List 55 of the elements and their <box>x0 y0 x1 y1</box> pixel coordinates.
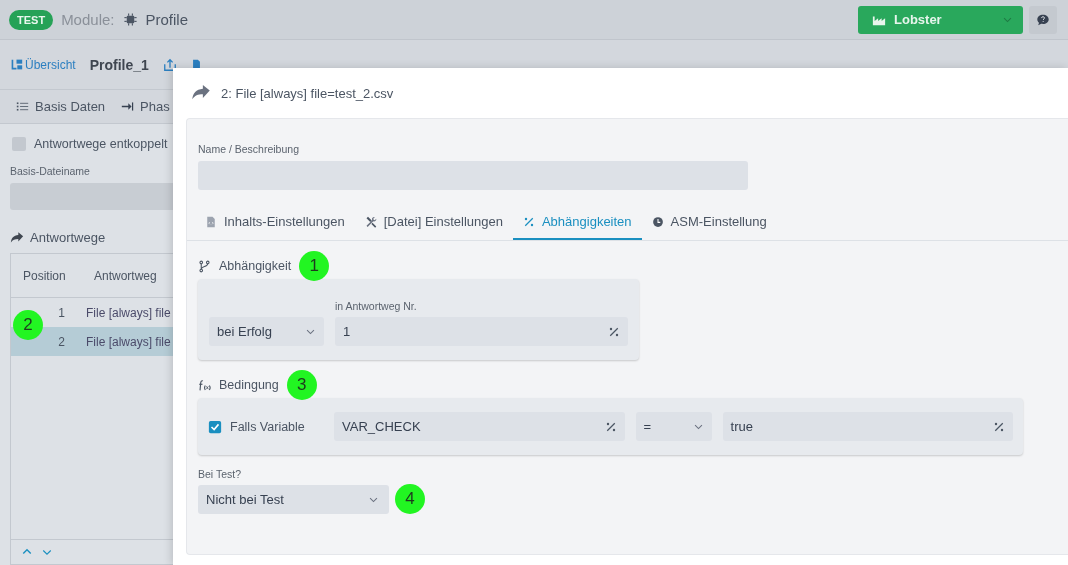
field-label: in Antwortweg Nr. <box>335 300 418 312</box>
tab[interactable]: [Datei] Einstellungen <box>354 205 513 240</box>
file-icon <box>205 215 217 228</box>
checkbox[interactable] <box>208 419 222 434</box>
help-button[interactable] <box>1029 5 1057 34</box>
route-number-field[interactable]: 1 <box>335 317 628 346</box>
table-cell: File [always] file <box>86 305 171 320</box>
chip-icon <box>122 12 138 27</box>
step-marker: 2 <box>13 310 43 340</box>
list-icon <box>16 100 29 113</box>
table-cell-text: 2 <box>57 334 65 349</box>
section-tab[interactable]: Basis Daten <box>16 90 106 123</box>
step-marker: 4 <box>395 484 425 514</box>
function-icon <box>198 378 211 392</box>
profile-name: Profile_1 <box>89 56 149 73</box>
condition-dropdown[interactable]: bei Erfolg <box>209 317 324 346</box>
module-name: Profile <box>145 11 189 28</box>
table-cell: File [always] file <box>86 334 171 349</box>
field-label: Name / Beschreibung <box>198 143 300 155</box>
percent-icon <box>993 420 1005 433</box>
dialog-title: 2: File [always] file=test_2.csv <box>221 85 394 101</box>
tools-icon <box>364 215 377 228</box>
upload-button[interactable] <box>162 57 177 72</box>
section-title: Bedingung <box>219 378 279 392</box>
checkbox-label: Antwortwege entkoppelt <box>34 137 168 151</box>
percent-icon <box>608 325 620 338</box>
operator-dropdown[interactable]: = <box>635 412 712 441</box>
column-header: Position <box>22 268 67 283</box>
tab[interactable]: ASM-Einstellung <box>641 205 777 240</box>
section-title: Antwortwege <box>30 230 106 245</box>
percent-icon <box>604 420 617 433</box>
section-tab[interactable]: Phas <box>121 90 170 123</box>
upload-icon <box>162 57 177 72</box>
checkbox[interactable] <box>12 137 26 151</box>
module-label: Module: <box>61 11 115 28</box>
tab[interactable]: Inhalts-Einstellungen <box>195 205 355 240</box>
sitemap-icon <box>10 58 23 71</box>
arrow-bar-icon <box>121 100 135 113</box>
value-field[interactable]: true <box>722 412 1013 441</box>
branch-icon <box>198 259 211 273</box>
field-label: Bei Test? <box>198 468 242 480</box>
clock-icon <box>651 215 664 228</box>
test-mode-dropdown[interactable]: Nicht bei Test <box>198 484 389 514</box>
share-icon <box>10 230 24 245</box>
environment-badge: TEST <box>9 9 54 30</box>
step-marker: 3 <box>286 370 317 400</box>
column-header: Antwortweg <box>94 268 157 283</box>
step-marker: 1 <box>299 251 330 281</box>
section-title: Abhängigkeit <box>219 259 292 273</box>
table-cell-text: 1 <box>57 305 65 320</box>
percent-icon <box>522 215 535 228</box>
help-icon <box>1036 12 1050 27</box>
variable-field[interactable]: VAR_CHECK <box>334 412 625 441</box>
checkbox-label: Falls Variable <box>230 419 305 434</box>
field-label: Basis-Dateiname <box>10 165 91 177</box>
